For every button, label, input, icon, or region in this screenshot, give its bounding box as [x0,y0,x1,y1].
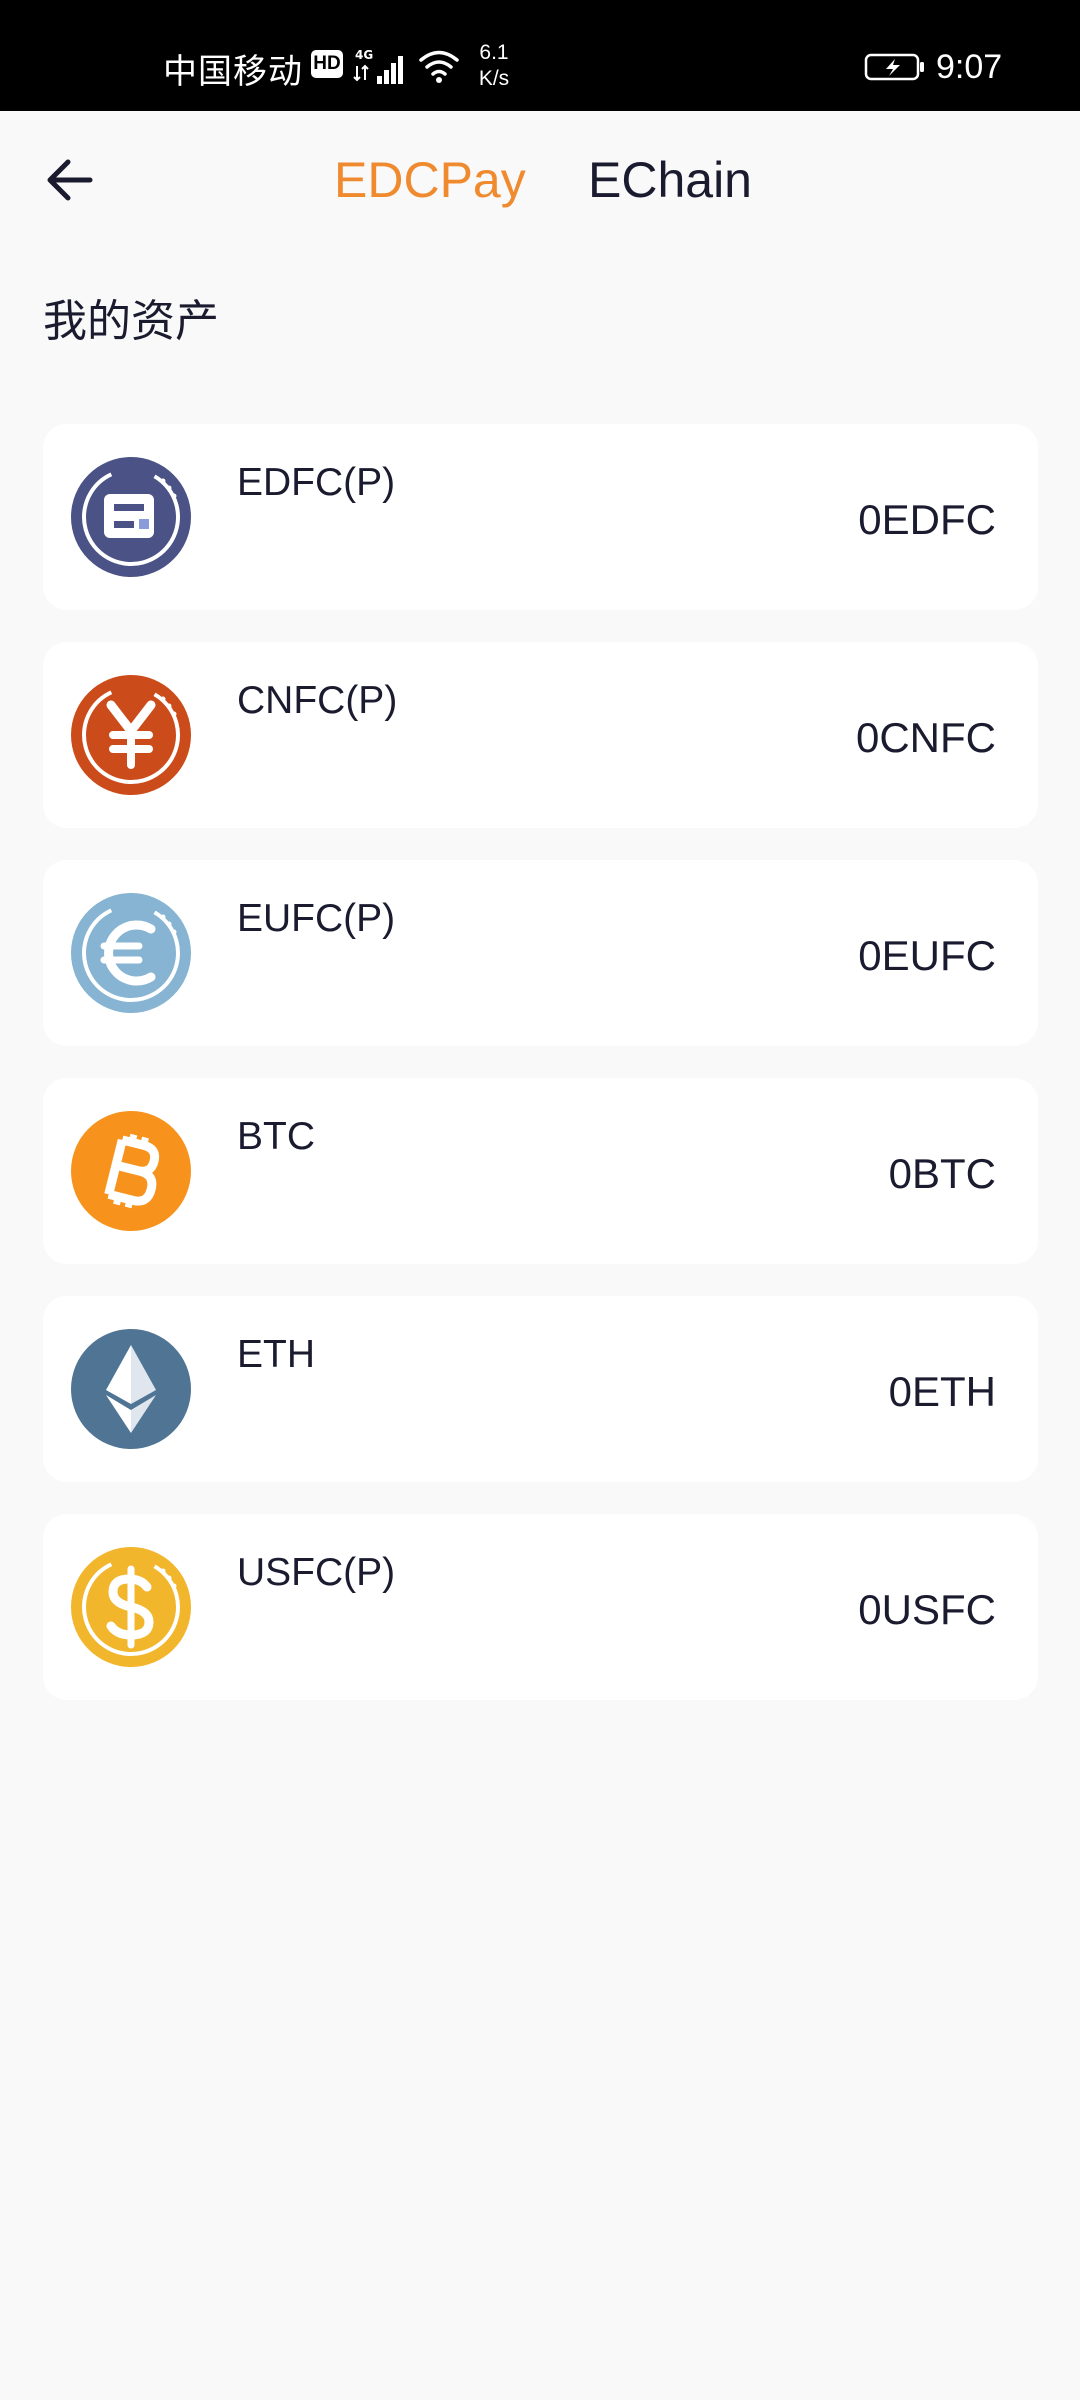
battery-charging-icon [864,53,924,81]
asset-balance: 0USFC [858,1586,996,1633]
asset-item-btc[interactable]: BTC 0BTC [43,1078,1038,1264]
clock: 9:07 [936,48,1003,86]
network-speed-value: 6.1 [479,41,509,64]
asset-item-eufc[interactable]: EUFC(P) 0EUFC [43,860,1038,1046]
tab-echain[interactable]: EChain [588,150,752,210]
bitcoin-icon [71,1111,191,1231]
network-speed-unit: K/s [478,67,510,90]
asset-name: BTC [237,1115,315,1158]
yuan-token-icon [71,675,191,795]
asset-balance: 0EUFC [858,932,996,979]
asset-name: USFC(P) [237,1551,396,1594]
asset-item-usfc[interactable]: USFC(P) 0USFC [43,1514,1038,1700]
asset-name: EUFC(P) [237,897,396,940]
arrow-left-icon [47,159,93,201]
asset-item-cnfc[interactable]: CNFC(P) 0CNFC [43,642,1038,828]
euro-token-icon [71,893,191,1013]
tab-edcpay[interactable]: EDCPay [334,150,526,210]
asset-name: EDFC(P) [237,461,396,504]
signal-icon: 4G [353,48,403,84]
asset-name: ETH [237,1333,315,1376]
page-title: 我的资产 [43,296,219,347]
asset-list: EDFC(P) 0EDFC CNFC(P) 0CNFC EUFC(P) 0EUF… [43,424,1038,1732]
network-speed: 6.1 K/s [474,40,514,92]
dollar-token-icon [71,1547,191,1667]
hd-badge: HD [311,50,343,78]
edfc-token-icon [71,457,191,577]
ethereum-icon [71,1329,191,1449]
asset-balance: 0ETH [888,1368,996,1415]
back-button[interactable] [40,150,100,210]
status-bar: 中国移动 HD 4G 6.1 K/s 9:07 [0,0,1080,111]
network-type-label: 4G [355,48,373,62]
carrier-label: 中国移动 [163,53,303,91]
asset-name: CNFC(P) [237,679,398,722]
asset-balance: 0BTC [888,1150,996,1197]
wifi-icon [419,50,459,83]
asset-balance: 0EDFC [858,496,996,543]
asset-item-eth[interactable]: ETH 0ETH [43,1296,1038,1482]
asset-item-edfc[interactable]: EDFC(P) 0EDFC [43,424,1038,610]
asset-balance: 0CNFC [855,714,996,761]
